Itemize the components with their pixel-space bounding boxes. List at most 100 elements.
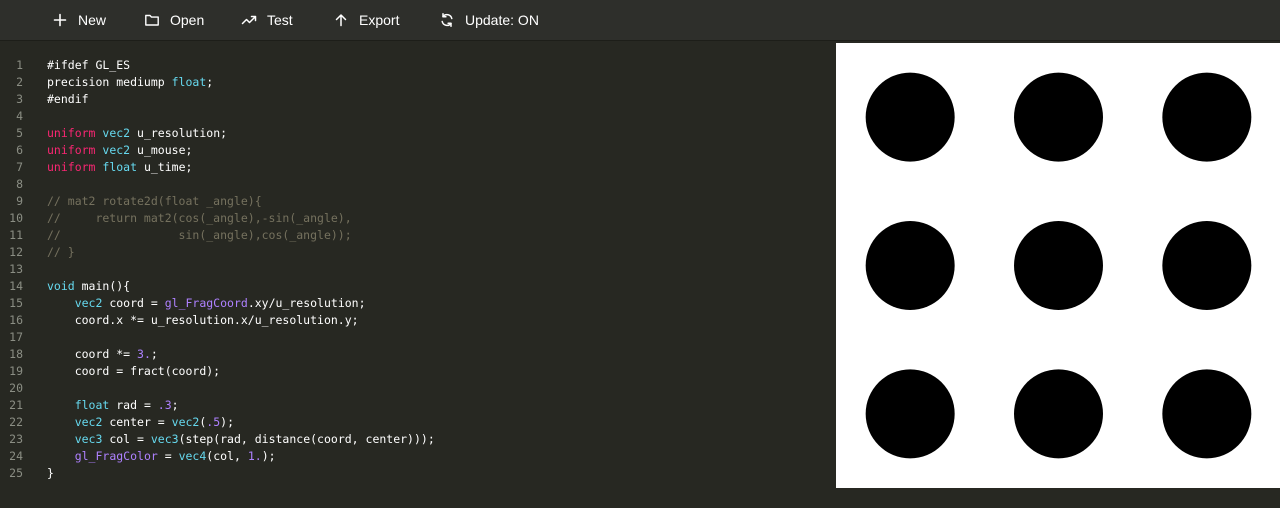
code-token: uniform [47, 126, 96, 140]
line-number: 20 [9, 381, 23, 395]
line-number: 22 [9, 415, 23, 429]
line-number: 14 [9, 279, 23, 293]
line-number: 9 [16, 194, 23, 208]
code-line[interactable]: 16 coord.x *= u_resolution.x/u_resolutio… [0, 312, 836, 329]
line-number: 17 [9, 330, 23, 344]
new-button[interactable]: New [52, 0, 106, 40]
line-code: // mat2 rotate2d(float _angle){ [47, 193, 262, 210]
line-number: 5 [16, 126, 23, 140]
code-line[interactable]: 12 // } [0, 244, 836, 261]
open-button[interactable]: Open [144, 0, 204, 40]
test-button[interactable]: Test [241, 0, 293, 40]
code-token: // mat2 rotate2d(float _angle){ [47, 194, 262, 208]
line-number: 1 [16, 58, 23, 72]
code-line[interactable]: 10 // return mat2(cos(_angle),-sin(_angle… [0, 210, 836, 227]
line-code: // } [47, 244, 75, 261]
line-number: 15 [9, 296, 23, 310]
line-number: 21 [9, 398, 23, 412]
code-token: #endif [47, 92, 89, 106]
new-button-label: New [78, 12, 107, 28]
code-line[interactable]: 20 [0, 380, 836, 397]
code-line[interactable]: 17 [0, 329, 836, 346]
code-token: center = [102, 415, 172, 429]
code-line[interactable]: 23 vec3 col = vec3(step(rad, distance(co… [0, 431, 836, 448]
code-line[interactable]: 22 vec2 center = vec2(.5); [0, 414, 836, 431]
code-token: precision mediump [47, 75, 172, 89]
line-code: coord *= 3.; [47, 346, 158, 363]
code-token: vec2 [74, 415, 103, 429]
code-token: ; [206, 75, 214, 89]
code-token: gl_FragColor [74, 449, 158, 463]
open-button-label: Open [170, 12, 205, 28]
preview-dot [865, 72, 955, 162]
line-code: uniform float u_time; [47, 159, 192, 176]
code-line[interactable]: 5 uniform vec2 u_resolution; [0, 125, 836, 142]
preview-dot [1014, 72, 1103, 162]
code-token: float [102, 160, 138, 174]
line-number: 19 [9, 364, 23, 378]
code-line[interactable]: 9 // mat2 rotate2d(float _angle){ [0, 193, 836, 210]
update-toggle-button[interactable]: Update: ON [439, 0, 539, 40]
code-token: coord.x *= u_resolution.x/u_resolution.y… [47, 313, 359, 327]
trend-line-icon [241, 12, 257, 28]
code-line[interactable]: 6 uniform vec2 u_mouse; [0, 142, 836, 159]
preview-dot [865, 369, 955, 459]
code-line[interactable]: 2 precision mediump float; [0, 74, 836, 91]
code-line[interactable]: 4 [0, 108, 836, 125]
line-number: 7 [16, 160, 23, 174]
code-line[interactable]: 19 coord = fract(coord); [0, 363, 836, 380]
code-line[interactable]: 1 #ifdef GL_ES [0, 57, 836, 74]
code-line[interactable]: 8 [0, 176, 836, 193]
code-token: = [157, 449, 179, 463]
line-number: 6 [16, 143, 23, 157]
line-code: // sin(_angle),cos(_angle)); [47, 227, 352, 244]
shader-preview-canvas[interactable] [836, 43, 1280, 488]
code-line[interactable]: 24 gl_FragColor = vec4(col, 1.); [0, 448, 836, 465]
line-number: 3 [16, 92, 23, 106]
line-number: 25 [9, 466, 23, 480]
code-token: // return mat2(cos(_angle),-sin(_angle), [47, 211, 352, 225]
plus-icon [52, 12, 68, 28]
code-token: } [47, 466, 54, 480]
code-line[interactable]: 18 coord *= 3.; [0, 346, 836, 363]
code-line[interactable]: 13 [0, 261, 836, 278]
line-code: #endif [47, 91, 89, 108]
code-line[interactable]: 14 void main(){ [0, 278, 836, 295]
code-token: rad = [109, 398, 158, 412]
code-token: vec4 [178, 449, 207, 463]
code-token: #ifdef GL_ES [47, 58, 131, 72]
code-token: .5 [206, 415, 221, 429]
line-number: 16 [9, 313, 23, 327]
line-number: 10 [9, 211, 23, 225]
code-line[interactable]: 3 #endif [0, 91, 836, 108]
code-editor[interactable]: 1 #ifdef GL_ES 2 precision mediump float; 3 #… [0, 57, 836, 497]
code-token: 3. [137, 347, 151, 361]
code-token: // sin(_angle),cos(_angle)); [47, 228, 352, 242]
code-line[interactable]: 15 vec2 coord = gl_FragCoord.xy/u_resolu… [0, 295, 836, 312]
code-token: vec3 [150, 432, 179, 446]
code-line[interactable]: 25} [0, 465, 836, 482]
code-token: vec3 [74, 432, 103, 446]
preview-dot [1162, 369, 1252, 459]
code-token: coord = [102, 296, 165, 310]
preview-dot [1162, 72, 1252, 162]
code-token: u_time; [137, 160, 193, 174]
code-line[interactable]: 11 // sin(_angle),cos(_angle)); [0, 227, 836, 244]
line-code: // return mat2(cos(_angle),-sin(_angle), [47, 210, 352, 227]
export-button[interactable]: Export [333, 0, 399, 40]
line-code: float rad = .3; [47, 397, 179, 414]
code-token: main(){ [74, 279, 131, 293]
line-code: void main(){ [47, 278, 130, 295]
line-code: vec2 coord = gl_FragCoord.xy/u_resolutio… [47, 295, 366, 312]
code-line[interactable]: 21 float rad = .3; [0, 397, 836, 414]
line-number: 13 [9, 262, 23, 276]
line-code: } [47, 465, 54, 482]
code-token: uniform [47, 160, 96, 174]
preview-dot [1014, 221, 1103, 310]
code-line[interactable]: 7 uniform float u_time; [0, 159, 836, 176]
code-token: float [171, 75, 207, 89]
